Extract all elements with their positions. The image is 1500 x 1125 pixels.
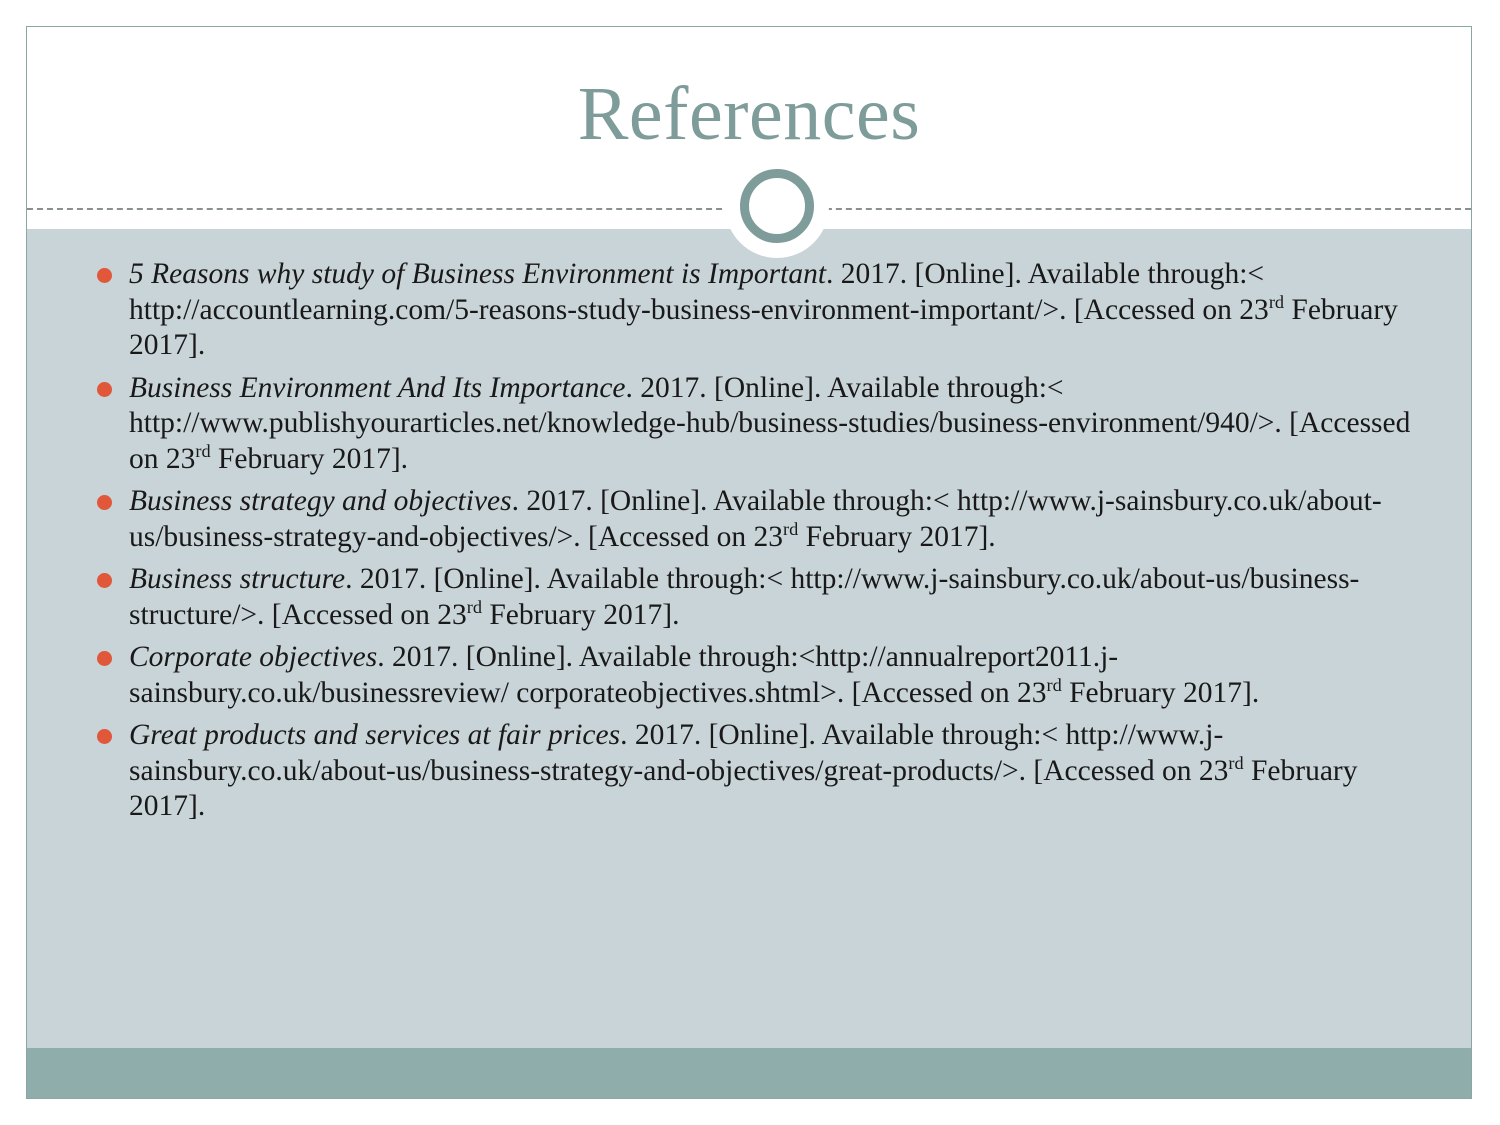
reference-title: Corporate objectives bbox=[129, 641, 378, 673]
list-item: 5 Reasons why study of Business Environm… bbox=[71, 257, 1441, 364]
reference-access-date: February 2017]. bbox=[1061, 676, 1260, 709]
date-ordinal-suffix: rd bbox=[195, 440, 211, 461]
reference-title: Business strategy and objectives bbox=[129, 485, 512, 517]
list-item: Business Environment And Its Importance.… bbox=[71, 371, 1441, 478]
date-ordinal-suffix: rd bbox=[1268, 291, 1285, 312]
list-item: Corporate objectives. 2017. [Online]. Av… bbox=[71, 640, 1441, 711]
reference-access-date: February 2017]. bbox=[482, 598, 680, 631]
page-title: References bbox=[577, 72, 921, 156]
date-ordinal-suffix: rd bbox=[1046, 674, 1062, 695]
date-ordinal-suffix: rd bbox=[1228, 752, 1244, 773]
list-item: Great products and services at fair pric… bbox=[71, 718, 1441, 825]
slide-footer-band bbox=[27, 1048, 1471, 1098]
list-item: Business strategy and objectives. 2017. … bbox=[71, 484, 1441, 555]
bullet-dot-icon bbox=[97, 573, 112, 588]
bullet-dot-icon bbox=[97, 268, 112, 283]
bullet-dot-icon bbox=[97, 495, 112, 510]
presentation-slide: References 5 Reasons why study of Busine… bbox=[26, 26, 1472, 1099]
references-list: 5 Reasons why study of Business Environm… bbox=[71, 257, 1441, 832]
date-ordinal-suffix: rd bbox=[783, 518, 799, 539]
bullet-dot-icon bbox=[97, 381, 112, 397]
reference-title: Business structure bbox=[129, 563, 346, 595]
reference-title: 5 Reasons why study of Business Environm… bbox=[129, 258, 827, 290]
reference-title: Great products and services at fair pric… bbox=[129, 719, 621, 751]
reference-title: Business Environment And Its Importance bbox=[129, 371, 626, 404]
bullet-dot-icon bbox=[97, 729, 112, 744]
list-item: Business structure. 2017. [Online]. Avai… bbox=[71, 562, 1441, 633]
bullet-dot-icon bbox=[97, 651, 112, 666]
circle-decoration-icon bbox=[740, 169, 814, 243]
date-ordinal-suffix: rd bbox=[466, 596, 482, 617]
reference-access-date: February 2017]. bbox=[210, 442, 409, 475]
reference-access-date: February 2017]. bbox=[798, 520, 996, 553]
